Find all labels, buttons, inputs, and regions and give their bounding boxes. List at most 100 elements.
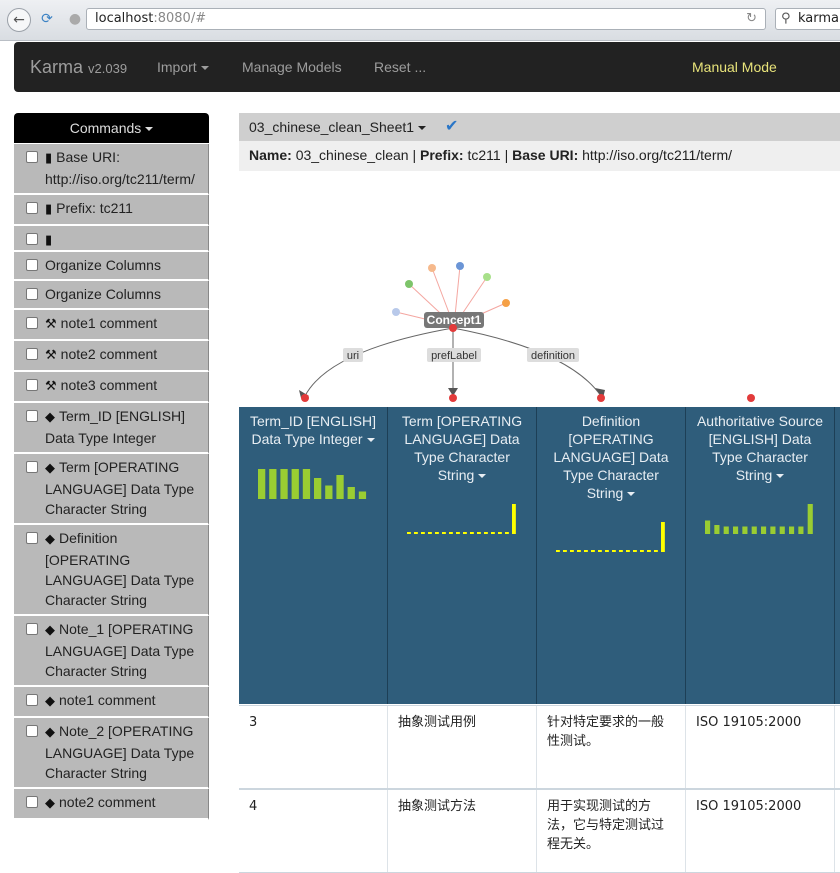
- command-checkbox[interactable]: [26, 623, 38, 635]
- table-cell[interactable]: 3: [239, 706, 388, 788]
- command-checkbox[interactable]: [26, 532, 38, 544]
- column-header[interactable]: Term_ID [ENGLISH] Data Type Integer: [239, 407, 388, 704]
- command-item[interactable]: ◆ Definition [OPERATING LANGUAGE] Data Ty…: [14, 525, 209, 616]
- separator: |: [412, 147, 417, 163]
- refresh-icon[interactable]: ↻: [746, 9, 757, 29]
- histogram-bar: [442, 532, 446, 534]
- reset-link[interactable]: Reset ...: [374, 59, 426, 75]
- graph-node[interactable]: [502, 299, 510, 307]
- table-cell[interactable]: 针对特定要求的一般性测试。: [537, 706, 686, 788]
- prefix-value[interactable]: tc211: [467, 147, 500, 163]
- command-label: note1 comment: [60, 315, 158, 331]
- command-item[interactable]: ◆ Term [OPERATING LANGUAGE] Data Type Cha…: [14, 454, 209, 525]
- command-checkbox[interactable]: [26, 151, 38, 163]
- command-item[interactable]: ▮ Prefix: tc211: [14, 195, 209, 226]
- graph-node[interactable]: [483, 273, 491, 281]
- reset-label: Reset ...: [374, 59, 427, 75]
- brand[interactable]: Karma v2.039: [30, 57, 127, 78]
- command-checkbox[interactable]: [26, 233, 38, 245]
- table-cell[interactable]: 4: [239, 790, 388, 872]
- chevron-down-icon[interactable]: [776, 474, 785, 479]
- table-row: 4 抽象测试方法 用于实现测试的方法，它与特定测试过程无关。 ISO 19105:20…: [239, 789, 840, 873]
- command-checkbox[interactable]: [26, 317, 38, 329]
- column-header-text: Term [OPERATING LANGUAGE] Data Type Char…: [401, 413, 523, 483]
- column-header-text: Term_ID [ENGLISH] Data Type Integer: [249, 413, 377, 447]
- manage-models-link[interactable]: Manage Models: [242, 59, 342, 75]
- histogram-bar: [798, 526, 804, 534]
- base-uri-value[interactable]: http://iso.org/tc211/term/: [582, 147, 732, 163]
- address-bar[interactable]: localhost:8080/# ↻: [86, 8, 766, 30]
- command-item[interactable]: ▮ Base URI: http://iso.org/tc211/term/: [14, 144, 209, 195]
- worksheet-title[interactable]: 03_chinese_clean_Sheet1: [249, 119, 427, 135]
- command-item[interactable]: ▮: [14, 226, 209, 252]
- histogram-bar: [556, 550, 560, 552]
- chevron-down-icon: [418, 126, 427, 131]
- commands-header[interactable]: Commands: [14, 113, 209, 143]
- edge-label-definition[interactable]: definition: [531, 350, 575, 362]
- command-label: note3 comment: [60, 377, 158, 393]
- name-value[interactable]: 03_chinese_clean: [296, 147, 409, 163]
- command-checkbox[interactable]: [26, 259, 38, 271]
- command-checkbox[interactable]: [26, 694, 38, 706]
- chevron-down-icon[interactable]: [366, 438, 375, 443]
- column-header[interactable]: Definition [OPERATING LANGUAGE] Data Typ…: [537, 407, 686, 704]
- chevron-down-icon[interactable]: [627, 492, 636, 497]
- command-item[interactable]: Organize Columns: [14, 281, 209, 310]
- edge-label-uri[interactable]: uri: [347, 350, 359, 362]
- base-uri-label: Base URI:: [512, 147, 579, 163]
- graph-node[interactable]: [405, 280, 413, 288]
- command-label: note1 comment: [59, 692, 156, 708]
- command-item[interactable]: ⚒ note1 comment: [14, 310, 209, 341]
- table-body: 3 抽象测试用例 针对特定要求的一般性测试。 ISO 19105:2000 4 抽象测试方…: [239, 705, 840, 873]
- reload-icon[interactable]: ⟳: [36, 8, 58, 30]
- edge-label-preflabel[interactable]: prefLabel: [431, 350, 477, 362]
- manual-mode-link[interactable]: Manual Mode: [692, 59, 777, 75]
- semantic-model-graph: Concept1 uri prefLabel definition: [299, 262, 755, 402]
- command-label: note2 comment: [59, 794, 156, 810]
- histogram-bar: [779, 526, 785, 534]
- histogram-bar: [269, 469, 277, 499]
- graph-node[interactable]: [456, 262, 464, 270]
- histogram-bar: [705, 520, 711, 534]
- back-arrow-icon[interactable]: ←: [7, 8, 31, 32]
- command-item[interactable]: ◆ note2 comment: [14, 789, 209, 820]
- command-checkbox[interactable]: [26, 796, 38, 808]
- histogram-bar: [733, 526, 739, 534]
- command-item[interactable]: ◆ note1 comment: [14, 687, 209, 718]
- column-header[interactable]: Term [OPERATING LANGUAGE] Data Type Char…: [388, 407, 537, 704]
- histogram-bar: [291, 469, 299, 499]
- command-checkbox[interactable]: [26, 288, 38, 300]
- command-item[interactable]: ◆ Term_ID [ENGLISH] Data Type Integer: [14, 403, 209, 454]
- table-cell[interactable]: 用于实现测试的方法，它与特定测试过程无关。: [537, 790, 686, 872]
- chevron-down-icon: [200, 66, 209, 71]
- table-cell[interactable]: 抽象测试方法: [388, 790, 537, 872]
- url-host: localhost: [95, 11, 154, 26]
- column-histogram: [407, 504, 516, 534]
- search-input[interactable]: ⚲ karma: [775, 8, 840, 30]
- command-item[interactable]: ⚒ note2 comment: [14, 341, 209, 372]
- graph-node[interactable]: [428, 264, 436, 272]
- command-checkbox[interactable]: [26, 379, 38, 391]
- command-checkbox[interactable]: [26, 348, 38, 360]
- column-header[interactable]: Authoritative Source [ENGLISH] Data Type…: [686, 407, 835, 704]
- command-checkbox[interactable]: [26, 725, 38, 737]
- command-item[interactable]: ◆ Note_1 [OPERATING LANGUAGE] Data Type C…: [14, 616, 209, 687]
- command-checkbox[interactable]: [26, 202, 38, 214]
- command-checkbox[interactable]: [26, 410, 38, 422]
- histogram-bar: [325, 485, 333, 499]
- histogram-bar: [407, 532, 411, 534]
- table-cell[interactable]: ISO 19105:2000: [686, 706, 835, 788]
- table-cell[interactable]: 抽象测试用例: [388, 706, 537, 788]
- command-item[interactable]: ⚒ note3 comment: [14, 372, 209, 403]
- command-checkbox[interactable]: [26, 461, 38, 473]
- command-item[interactable]: ◆ Note_2 [OPERATING LANGUAGE] Data Type C…: [14, 718, 209, 789]
- import-menu[interactable]: Import: [157, 59, 209, 75]
- file-icon: ▮: [45, 151, 53, 166]
- command-item[interactable]: Organize Columns: [14, 252, 209, 281]
- chevron-down-icon[interactable]: [478, 474, 487, 479]
- table-cell[interactable]: ISO 19105:2000: [686, 790, 835, 872]
- tags-icon: ◆: [45, 410, 55, 425]
- check-icon[interactable]: ✔: [445, 116, 458, 135]
- tags-icon: ◆: [45, 796, 55, 811]
- graph-node[interactable]: [392, 308, 400, 316]
